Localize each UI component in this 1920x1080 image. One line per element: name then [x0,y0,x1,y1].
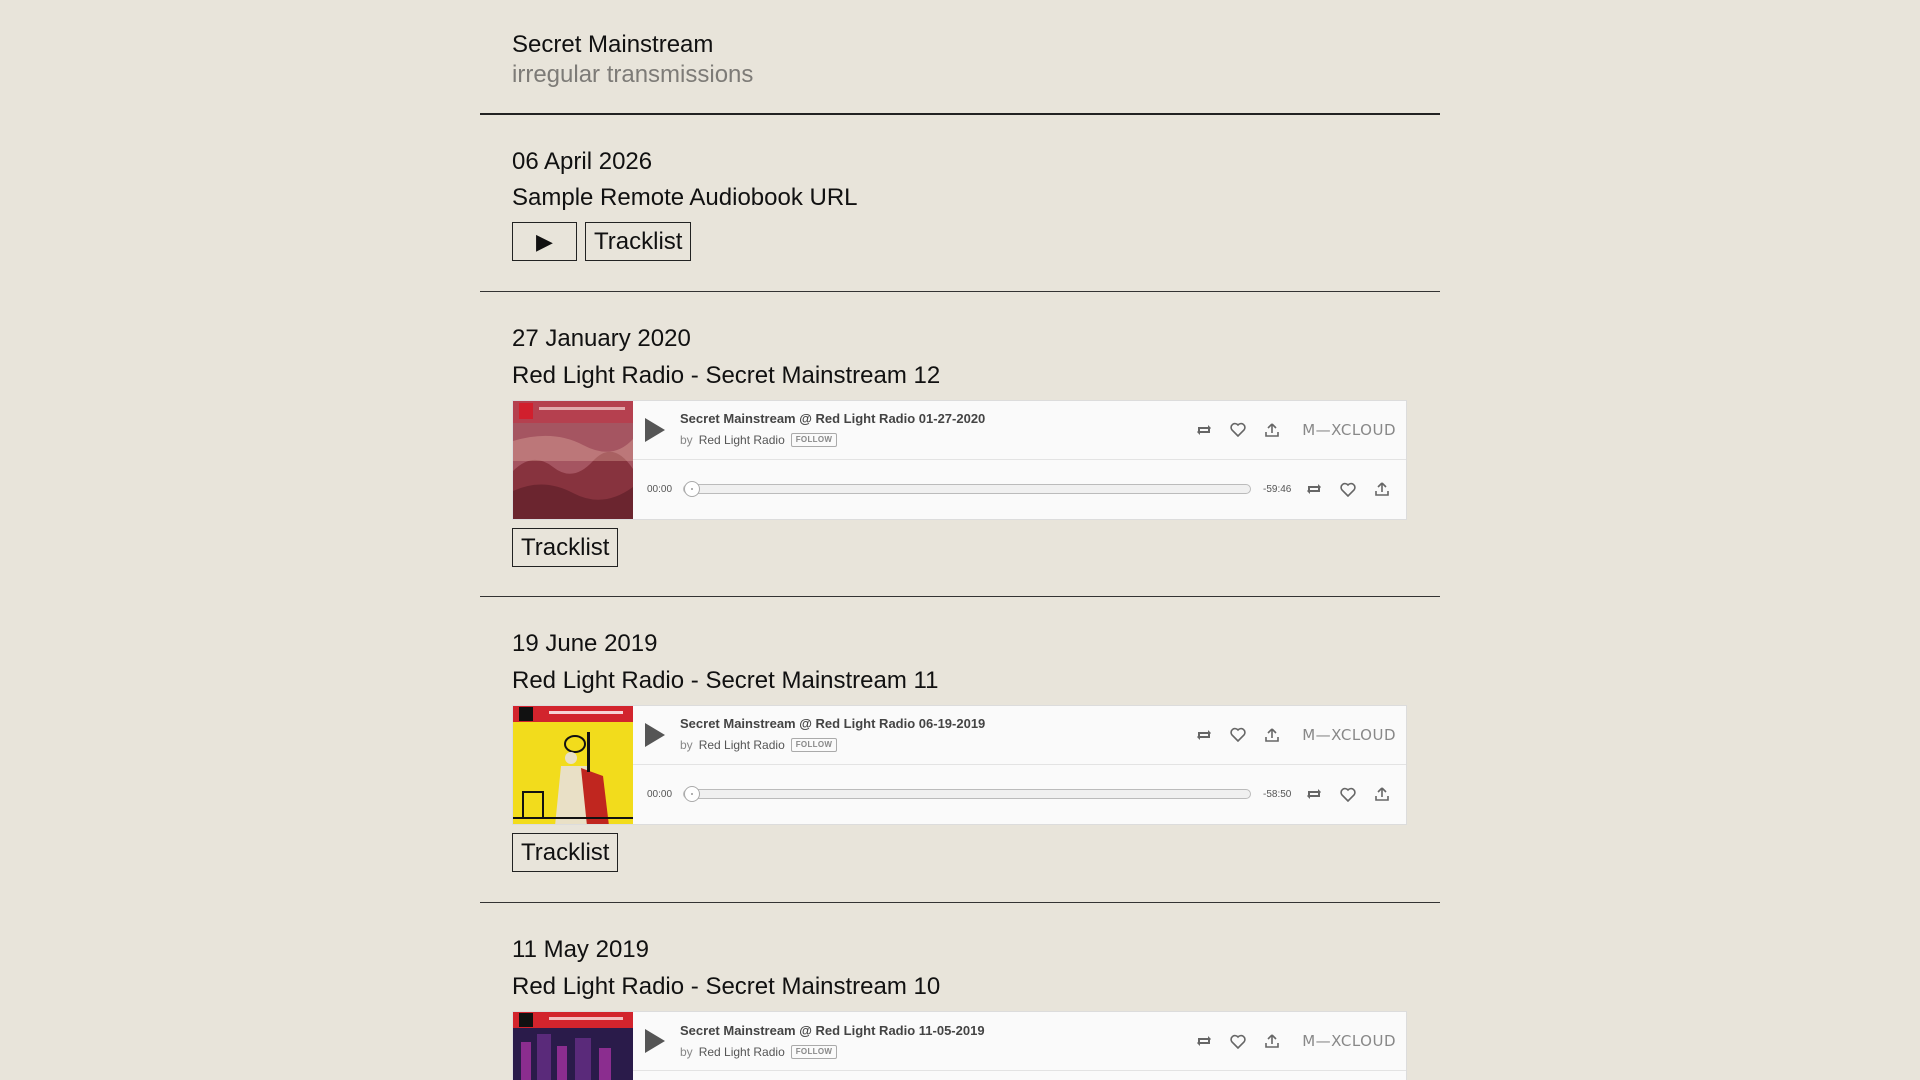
repost-icon[interactable] [1194,725,1214,745]
site-title[interactable]: Secret Mainstream [512,30,1408,60]
player-controls: 00:00 -59:46 [633,460,1406,519]
post-title[interactable]: Red Light Radio - Secret Mainstream 10 [512,972,1408,1002]
post-date: 06 April 2026 [512,148,653,175]
post: 06 April 2026 Sample Remote Audiobook UR… [480,115,1440,292]
play-icon[interactable] [645,1029,665,1053]
post-date: 11 May 2019 [512,936,649,963]
show-title[interactable]: Secret Mainstream @ Red Light Radio 06-1… [680,716,1194,732]
follow-button[interactable]: FOLLOW [790,1044,838,1059]
by-label: by [680,1044,693,1059]
tracklist-button[interactable]: Tracklist [585,222,692,261]
seek-handle[interactable] [684,481,700,498]
tracklist-button[interactable]: Tracklist [512,833,619,872]
page-container: Secret Mainstream irregular transmission… [480,0,1440,1080]
cover-artwork [513,1012,633,1080]
mixcloud-player: Secret Mainstream @ Red Light Radio 06-1… [512,705,1407,825]
post-title[interactable]: Red Light Radio - Secret Mainstream 12 [512,361,1408,391]
mixcloud-player: Secret Mainstream @ Red Light Radio 01-2… [512,400,1407,520]
mixcloud-logo[interactable]: M—XCLOUD [1302,726,1396,744]
heart-icon[interactable] [1228,725,1248,745]
seek-handle[interactable] [684,786,700,803]
site-header: Secret Mainstream irregular transmission… [480,0,1440,115]
heart-icon[interactable] [1228,1031,1248,1051]
play-icon[interactable] [645,417,665,442]
show-title[interactable]: Secret Mainstream @ Red Light Radio 01-2… [680,411,1194,427]
follow-button[interactable]: FOLLOW [790,738,838,753]
artist-link[interactable]: Red Light Radio [699,1044,785,1060]
by-label: by [680,433,693,448]
player-controls: 00:00 -58:50 [633,765,1406,824]
heart-icon[interactable] [1338,479,1358,499]
share-icon[interactable] [1372,479,1392,499]
seek-bar[interactable] [683,786,1251,803]
artist-link[interactable]: Red Light Radio [699,737,785,753]
elapsed-time: 00:00 [647,483,673,495]
player-header: Secret Mainstream @ Red Light Radio 06-1… [633,706,1406,765]
repost-icon[interactable] [1304,784,1324,804]
cover-artwork [513,401,633,519]
cover-artwork [513,706,633,824]
show-title[interactable]: Secret Mainstream @ Red Light Radio 11-0… [680,1023,1194,1039]
remaining-time: -59:46 [1263,483,1292,495]
heart-icon[interactable] [1338,784,1358,804]
share-icon[interactable] [1262,420,1282,440]
post: 27 January 2020 Red Light Radio - Secret… [480,292,1440,597]
post-title[interactable]: Sample Remote Audiobook URL [512,183,1408,213]
follow-button[interactable]: FOLLOW [790,433,838,448]
heart-icon[interactable] [1228,420,1248,440]
seek-bar[interactable] [683,481,1251,498]
post-date: 19 June 2019 [512,630,658,657]
repost-icon[interactable] [1194,1031,1214,1051]
elapsed-time: 00:00 [647,788,673,800]
artist-link[interactable]: Red Light Radio [699,432,785,448]
tracklist-button[interactable]: Tracklist [512,528,619,567]
play-button[interactable]: ▶ [512,222,577,261]
player-header: Secret Mainstream @ Red Light Radio 01-2… [633,401,1406,460]
mixcloud-logo[interactable]: M—XCLOUD [1302,1032,1396,1050]
player-header: Secret Mainstream @ Red Light Radio 11-0… [633,1012,1406,1071]
share-icon[interactable] [1372,784,1392,804]
repost-icon[interactable] [1304,479,1324,499]
remaining-time: -58:50 [1263,788,1292,800]
mixcloud-logo[interactable]: M—XCLOUD [1302,421,1396,439]
post-date: 27 January 2020 [512,325,691,352]
post-title[interactable]: Red Light Radio - Secret Mainstream 11 [512,666,1408,696]
mixcloud-player: Secret Mainstream @ Red Light Radio 11-0… [512,1011,1407,1080]
post-actions: ▶ Tracklist [512,222,1408,261]
repost-icon[interactable] [1194,420,1214,440]
share-icon[interactable] [1262,1031,1282,1051]
post-actions: Tracklist [512,833,1408,872]
by-label: by [680,738,693,753]
share-icon[interactable] [1262,725,1282,745]
post: 11 May 2019 Red Light Radio - Secret Mai… [480,903,1440,1080]
play-icon[interactable] [645,722,665,747]
post-actions: Tracklist [512,528,1408,567]
site-subtitle: irregular transmissions [512,61,754,88]
post: 19 June 2019 Red Light Radio - Secret Ma… [480,597,1440,903]
